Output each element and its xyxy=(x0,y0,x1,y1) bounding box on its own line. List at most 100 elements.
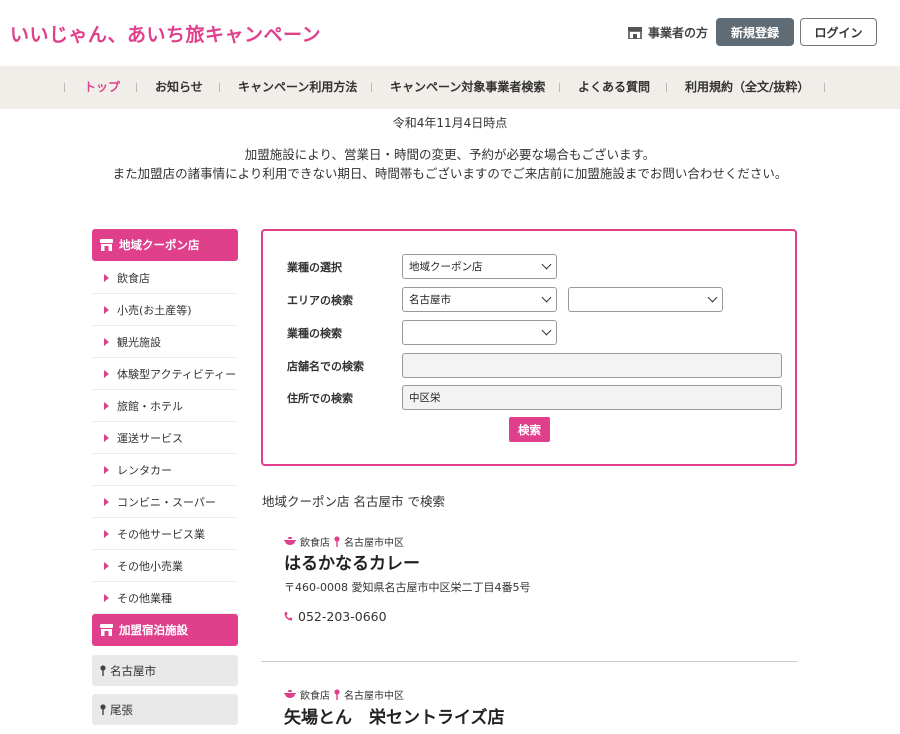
nav-item-top[interactable]: トップ xyxy=(84,66,120,109)
area-select-value: 名古屋市 xyxy=(409,294,451,306)
triangle-right-icon xyxy=(104,401,109,410)
triangle-right-icon xyxy=(104,433,109,442)
store-icon xyxy=(100,239,113,251)
nav-separator xyxy=(824,83,825,92)
map-pin-icon xyxy=(334,689,340,700)
sidebar-item-label: その他業種 xyxy=(117,591,172,605)
result-meta: 飲食店 名古屋市中区 xyxy=(284,687,404,702)
sidebar-item-rental-car[interactable]: レンタカー xyxy=(92,454,238,486)
sidebar-item-label: レンタカー xyxy=(117,463,172,477)
sub-area-select[interactable] xyxy=(568,287,723,312)
area-select[interactable]: 名古屋市 xyxy=(402,287,557,312)
sidebar-item-label: 飲食店 xyxy=(117,271,150,285)
sidebar-area-nagoya[interactable]: 名古屋市 xyxy=(92,655,238,686)
sidebar-item-label: 運送サービス xyxy=(117,431,183,445)
sidebar-area-label: 名古屋市 xyxy=(110,663,156,678)
chevron-down-icon xyxy=(541,325,552,336)
map-pin-icon xyxy=(334,536,340,547)
site-logo[interactable]: いいじゃん、あいち旅キャンペーン xyxy=(10,20,321,47)
nav-item-news[interactable]: お知らせ xyxy=(155,66,203,109)
sidebar-item-other-retail[interactable]: その他小売業 xyxy=(92,550,238,582)
sidebar-item-restaurant[interactable]: 飲食店 xyxy=(92,262,238,294)
sidebar-item-other-service[interactable]: その他サービス業 xyxy=(92,518,238,550)
store-name-input[interactable] xyxy=(402,353,782,378)
triangle-right-icon xyxy=(104,465,109,474)
sidebar-item-transport[interactable]: 運送サービス xyxy=(92,422,238,454)
as-of-date: 令和4年11月4日時点 xyxy=(392,116,508,130)
site-header: いいじゃん、あいち旅キャンペーン 事業者の方 新規登録 ログイン xyxy=(0,0,900,66)
store-icon xyxy=(100,624,113,636)
address-input[interactable]: 中区栄 xyxy=(402,385,782,410)
nav-item-business-search[interactable]: キャンペーン対象事業者検索 xyxy=(390,66,545,109)
sidebar-item-label: 観光施設 xyxy=(117,335,161,349)
type-label: 業種の選択 xyxy=(287,261,342,274)
nav-item-how-to-use[interactable]: キャンペーン利用方法 xyxy=(238,66,357,109)
type-select[interactable]: 地域クーポン店 xyxy=(402,254,557,279)
sidebar-item-label: 旅館・ホテル xyxy=(117,399,183,413)
map-pin-icon xyxy=(100,704,106,715)
sidebar-item-activity[interactable]: 体験型アクティビティー xyxy=(92,358,238,390)
nav-separator xyxy=(64,83,65,92)
notice-text: 加盟施設により、営業日・時間の変更、予約が必要な場合もございます。 また加盟店の… xyxy=(0,145,900,183)
sidebar-item-label: 小売(お土産等) xyxy=(117,303,192,317)
restaurant-icon xyxy=(284,537,296,545)
nav-separator xyxy=(219,83,220,92)
sidebar-coupon-header[interactable]: 地域クーポン店 xyxy=(92,229,238,261)
nav-item-faq[interactable]: よくある質問 xyxy=(578,66,650,109)
notice-line-1: 加盟施設により、営業日・時間の変更、予約が必要な場合もございます。 xyxy=(244,147,656,162)
sidebar-item-tourism[interactable]: 観光施設 xyxy=(92,326,238,358)
industry-select[interactable] xyxy=(402,320,557,345)
sidebar-area-label: 尾張 xyxy=(110,702,133,717)
map-pin-icon xyxy=(100,665,106,676)
triangle-right-icon xyxy=(104,561,109,570)
sidebar-item-other-industry[interactable]: その他業種 xyxy=(92,582,238,614)
nav-separator xyxy=(371,83,372,92)
search-button[interactable]: 検索 xyxy=(509,417,550,442)
triangle-right-icon xyxy=(104,497,109,506)
chevron-down-icon xyxy=(541,259,552,270)
search-form: 業種の選択 地域クーポン店 エリアの検索 名古屋市 業種の検索 店舗名での検索 … xyxy=(261,229,797,466)
register-button[interactable]: 新規登録 xyxy=(716,18,794,46)
sidebar-item-hotel[interactable]: 旅館・ホテル xyxy=(92,390,238,422)
sidebar-item-retail[interactable]: 小売(お土産等) xyxy=(92,294,238,326)
result-meta: 飲食店 名古屋市中区 xyxy=(284,534,404,549)
restaurant-icon xyxy=(284,690,296,698)
business-link[interactable]: 事業者の方 xyxy=(628,24,708,41)
address-label: 住所での検索 xyxy=(287,392,353,405)
sidebar-item-label: その他小売業 xyxy=(117,559,183,573)
result-category: 飲食店 xyxy=(300,538,330,549)
result-phone[interactable]: 052-203-0660 xyxy=(284,609,387,624)
nav-item-terms[interactable]: 利用規約（全文/抜粋） xyxy=(685,66,809,109)
result-store-name[interactable]: 矢場とん 栄セントライズ店 xyxy=(284,703,505,728)
sidebar-item-label: その他サービス業 xyxy=(117,527,205,541)
result-divider xyxy=(261,661,797,662)
sidebar-area-owari[interactable]: 尾張 xyxy=(92,694,238,725)
sidebar-item-convenience[interactable]: コンビニ・スーパー xyxy=(92,486,238,518)
phone-icon xyxy=(284,612,292,621)
sidebar-item-label: コンビニ・スーパー xyxy=(117,495,216,509)
triangle-right-icon xyxy=(104,529,109,538)
result-category: 飲食店 xyxy=(300,691,330,702)
result-store-name[interactable]: はるかなるカレー xyxy=(284,549,420,574)
main-nav: トップ お知らせ キャンペーン利用方法 キャンペーン対象事業者検索 よくある質問… xyxy=(0,66,900,109)
sidebar-lodging-label: 加盟宿泊施設 xyxy=(119,623,188,637)
result-area: 名古屋市中区 xyxy=(344,538,404,549)
chevron-down-icon xyxy=(541,292,552,303)
notice-line-2: また加盟店の諸事情により利用できない期日、時間帯もございますのでご来店前に加盟施… xyxy=(112,166,788,181)
triangle-right-icon xyxy=(104,369,109,378)
business-link-label: 事業者の方 xyxy=(648,26,709,40)
result-phone-number: 052-203-0660 xyxy=(298,609,387,624)
triangle-right-icon xyxy=(104,337,109,346)
login-button[interactable]: ログイン xyxy=(800,18,877,46)
shop-icon xyxy=(628,26,642,39)
result-area: 名古屋市中区 xyxy=(344,691,404,702)
industry-label: 業種の検索 xyxy=(287,327,342,340)
result-address: 〒460-0008 愛知県名古屋市中区栄二丁目4番5号 xyxy=(284,581,531,594)
sidebar-item-label: 体験型アクティビティー xyxy=(117,367,237,381)
triangle-right-icon xyxy=(104,273,109,282)
store-name-label: 店舗名での検索 xyxy=(287,360,364,373)
type-select-value: 地域クーポン店 xyxy=(409,261,483,273)
triangle-right-icon xyxy=(104,593,109,602)
nav-separator xyxy=(559,83,560,92)
sidebar-lodging-header[interactable]: 加盟宿泊施設 xyxy=(92,614,238,646)
